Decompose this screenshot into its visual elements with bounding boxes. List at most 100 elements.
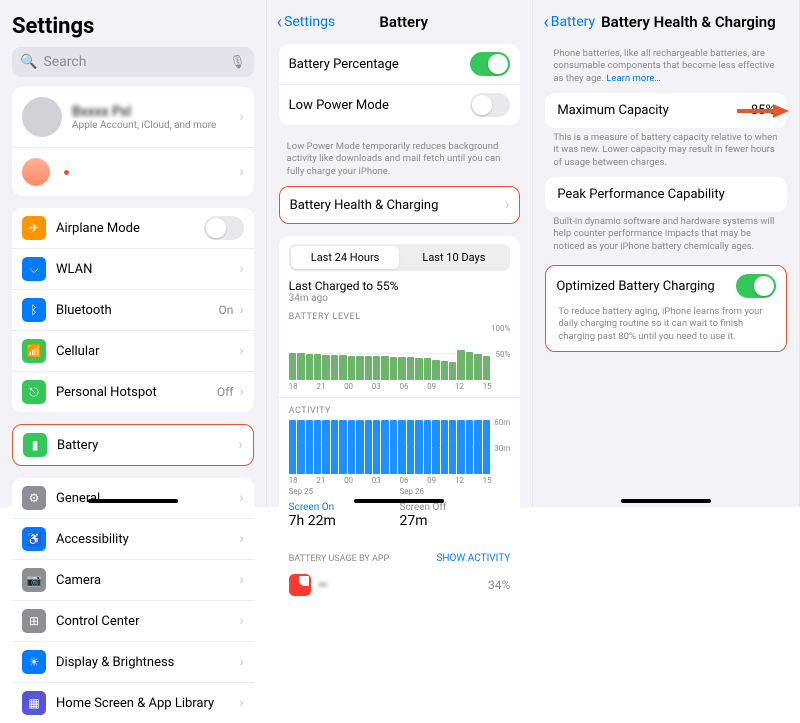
settings-item-airplane[interactable]: ✈ Airplane Mode	[12, 208, 254, 248]
back-label: Battery	[551, 14, 595, 30]
settings-item-camera[interactable]: 📷 Camera ›	[12, 559, 254, 600]
settings-item-wlan[interactable]: ⌵ WLAN ›	[12, 248, 254, 289]
secondary-account-row[interactable]: ›	[12, 147, 254, 196]
annotation-arrow-icon	[773, 104, 789, 118]
home-indicator[interactable]	[621, 499, 711, 503]
intro-note: Phone batteries, like all rechargeable b…	[533, 40, 799, 93]
chevron-right-icon: ›	[239, 109, 243, 125]
chevron-right-icon: ›	[239, 261, 243, 277]
screen-on-label: Screen On	[289, 502, 400, 513]
home-indicator[interactable]	[354, 499, 444, 503]
label: Maximum Capacity	[557, 103, 669, 118]
chevron-left-icon: ‹	[543, 12, 548, 33]
toggle[interactable]	[204, 216, 244, 240]
label: BATTERY USAGE BY APP	[289, 554, 390, 564]
last-charged-head: Last Charged to 55%	[289, 279, 511, 293]
profile-card: Bxxxx Pxl Apple Account, iCloud, and mor…	[12, 87, 254, 196]
battery-screen: ‹ Settings Battery Battery Percentage Lo…	[267, 0, 534, 507]
activity-chart: 60m 30m	[289, 420, 511, 474]
airplane-icon: ✈	[22, 216, 46, 240]
settings-item-home[interactable]: ▦ Home Screen & App Library ›	[12, 682, 254, 723]
back-button[interactable]: ‹ Battery	[543, 12, 595, 33]
toggle[interactable]	[470, 93, 510, 117]
usage-card: Last 24 Hours Last 10 Days Last Charged …	[279, 236, 521, 537]
battery-percentage-row[interactable]: Battery Percentage	[279, 44, 521, 84]
label: Airplane Mode	[56, 221, 204, 236]
settings-item-battery[interactable]: ▮ Battery ›	[13, 425, 253, 465]
app-usage-row[interactable]: •• 34%	[279, 568, 521, 602]
last-charged-sub: 34m ago	[289, 293, 511, 304]
nav-title: Battery Health & Charging	[601, 13, 789, 31]
chevron-right-icon: ›	[505, 197, 509, 213]
segment-24h[interactable]: Last 24 Hours	[291, 246, 400, 269]
battery-icon: ▮	[23, 433, 47, 457]
label: Control Center	[56, 614, 239, 629]
toggle[interactable]	[736, 274, 776, 298]
segmented-control[interactable]: Last 24 Hours Last 10 Days	[289, 244, 511, 271]
battery-health-screen: ‹ Battery Battery Health & Charging Phon…	[533, 0, 800, 507]
segment-10d[interactable]: Last 10 Days	[399, 246, 508, 269]
sun-icon: ☀	[22, 650, 46, 674]
max-capacity-note: This is a measure of battery capacity re…	[533, 128, 799, 177]
profile-row[interactable]: Bxxxx Pxl Apple Account, iCloud, and mor…	[12, 87, 254, 147]
chevron-right-icon: ›	[239, 343, 243, 359]
max-capacity-row[interactable]: Maximum Capacity 85%	[545, 93, 787, 128]
activity-header: ACTIVITY	[289, 406, 511, 416]
label: Battery Health & Charging	[290, 198, 505, 213]
lpm-footnote: Low Power Mode temporarily reduces backg…	[267, 137, 533, 186]
x-axis-dates: Sep 25Sep 26	[289, 487, 511, 496]
mic-icon[interactable]: 🎙	[229, 55, 246, 70]
app-name: ••	[319, 578, 327, 592]
low-power-mode-row[interactable]: Low Power Mode	[279, 84, 521, 125]
sliders-icon: ⊞	[22, 609, 46, 633]
label: Bluetooth	[56, 303, 219, 318]
chevron-right-icon: ›	[239, 164, 243, 180]
search-placeholder: Search	[43, 54, 86, 70]
level-header: BATTERY LEVEL	[289, 312, 511, 322]
search-input[interactable]: 🔍 Search 🎙	[12, 47, 254, 77]
settings-item-accessibility[interactable]: ♿ Accessibility ›	[12, 518, 254, 559]
settings-item-general[interactable]: ⚙ General ›	[12, 478, 254, 518]
camera-icon: 📷	[22, 568, 46, 592]
value: Off	[217, 385, 234, 399]
screen-off-value: 27m	[399, 513, 510, 529]
connectivity-group: ✈ Airplane Mode ⌵ WLAN › ᛒ Bluetooth On …	[12, 208, 254, 412]
avatar	[22, 97, 62, 137]
chevron-right-icon: ›	[239, 384, 243, 400]
battery-health-row[interactable]: Battery Health & Charging ›	[280, 187, 520, 223]
settings-item-display[interactable]: ☀ Display & Brightness ›	[12, 641, 254, 682]
learn-more-link[interactable]: Learn more…	[606, 73, 660, 84]
profile-name: Bxxxx Pxl	[72, 104, 239, 120]
label: Accessibility	[56, 532, 239, 547]
settings-item-cellular[interactable]: 📶 Cellular ›	[12, 330, 254, 371]
nav-bar: ‹ Battery Battery Health & Charging	[533, 0, 799, 40]
chevron-right-icon: ›	[239, 695, 243, 711]
label: Battery Percentage	[289, 57, 471, 72]
peak-performance-row[interactable]: Peak Performance Capability	[545, 177, 787, 212]
home-indicator[interactable]	[88, 499, 178, 503]
wifi-icon: ⌵	[22, 257, 46, 281]
label: Optimized Battery Charging	[556, 279, 736, 294]
settings-item-bluetooth[interactable]: ᛒ Bluetooth On ›	[12, 289, 254, 330]
label: General	[56, 491, 239, 506]
label: Display & Brightness	[56, 655, 239, 670]
gear-icon: ⚙	[22, 486, 46, 510]
show-activity-button[interactable]: SHOW ACTIVITY	[436, 553, 510, 564]
antenna-icon: 📶	[22, 339, 46, 363]
y-label: 30m	[494, 444, 510, 453]
settings-item-hotspot[interactable]: ⎋ Personal Hotspot Off ›	[12, 371, 254, 412]
settings-item-control-center[interactable]: ⊞ Control Center ›	[12, 600, 254, 641]
toggle[interactable]	[470, 52, 510, 76]
x-axis: 1821000306091215	[289, 476, 511, 485]
app-percent: 34%	[488, 578, 510, 592]
x-axis: 1821000306091215	[289, 382, 511, 391]
usage-by-app-header: BATTERY USAGE BY APP SHOW ACTIVITY	[267, 547, 533, 564]
optimized-charging-row[interactable]: Optimized Battery Charging	[546, 266, 786, 306]
optimized-charging-note: To reduce battery aging, iPhone learns f…	[546, 306, 786, 351]
value: On	[219, 303, 234, 317]
battery-health-row-card: Battery Health & Charging ›	[279, 186, 521, 224]
battery-level-chart: 100% 50%	[289, 326, 511, 380]
app-icon	[289, 574, 311, 596]
bluetooth-icon: ᛒ	[22, 298, 46, 322]
y-label: 50%	[495, 350, 510, 359]
